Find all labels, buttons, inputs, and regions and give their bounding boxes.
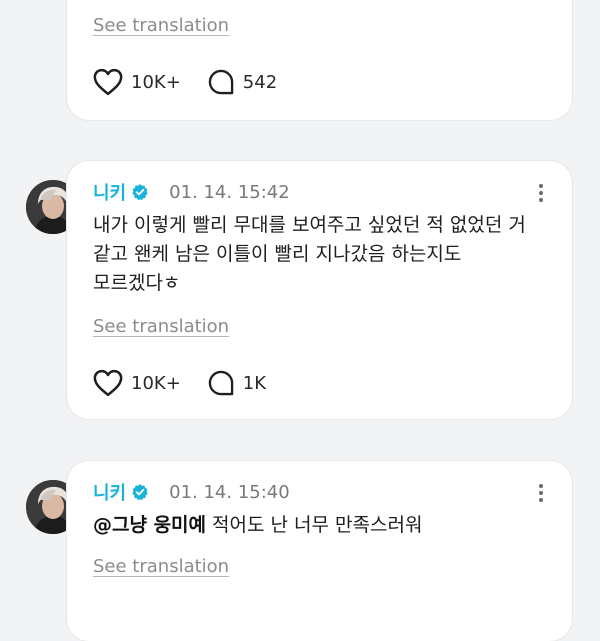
- like-button[interactable]: 10K+: [93, 369, 181, 397]
- comment-bubble-icon: [208, 370, 234, 396]
- reply-button[interactable]: 1K: [207, 369, 266, 397]
- more-options-icon[interactable]: [534, 181, 548, 207]
- comment-card: 니키 01. 14. 15:42 내가 이렇게 빨리 무대를 보여주고 싶었던 …: [67, 161, 572, 419]
- verified-badge-icon: [132, 484, 148, 501]
- comment-actions: 10K+ 542: [93, 68, 303, 96]
- comment-card: See translation 10K+ 542: [67, 0, 572, 120]
- comment-card: 니키 01. 14. 15:40 @그냥 웅미예 적어도 난 너무 만족스러워 …: [67, 461, 572, 641]
- comment-bubble-icon: [208, 69, 234, 95]
- comment-actions: 10K+ 1K: [93, 369, 292, 397]
- heart-icon: [93, 68, 123, 96]
- see-translation-link[interactable]: See translation: [93, 316, 229, 337]
- mention-link[interactable]: @그냥 웅미예: [93, 514, 206, 536]
- see-translation-link[interactable]: See translation: [93, 15, 229, 36]
- reply-count: 542: [242, 71, 278, 93]
- author-name[interactable]: 니키: [93, 179, 126, 205]
- like-button[interactable]: 10K+: [93, 68, 181, 96]
- timestamp: 01. 14. 15:40: [169, 481, 290, 503]
- like-count: 10K+: [131, 372, 181, 394]
- verified-badge-icon: [132, 184, 148, 201]
- reply-button[interactable]: 542: [207, 68, 277, 96]
- author-name[interactable]: 니키: [93, 479, 126, 505]
- comment-text-body: 적어도 난 너무 만족스러워: [206, 514, 423, 536]
- heart-icon: [93, 369, 123, 397]
- comment-text: @그냥 웅미예 적어도 난 너무 만족스러워: [93, 511, 548, 540]
- timestamp: 01. 14. 15:42: [169, 181, 290, 203]
- comment-header: 니키 01. 14. 15:40: [93, 479, 290, 505]
- like-count: 10K+: [131, 71, 181, 93]
- comment-header: 니키 01. 14. 15:42: [93, 179, 290, 205]
- reply-count: 1K: [242, 372, 267, 394]
- comment-text: 내가 이렇게 빨리 무대를 보여주고 싶었던 적 없었던 거 같고 왠케 남은 …: [93, 214, 526, 294]
- more-options-icon[interactable]: [534, 481, 548, 507]
- see-translation-link[interactable]: See translation: [93, 556, 229, 577]
